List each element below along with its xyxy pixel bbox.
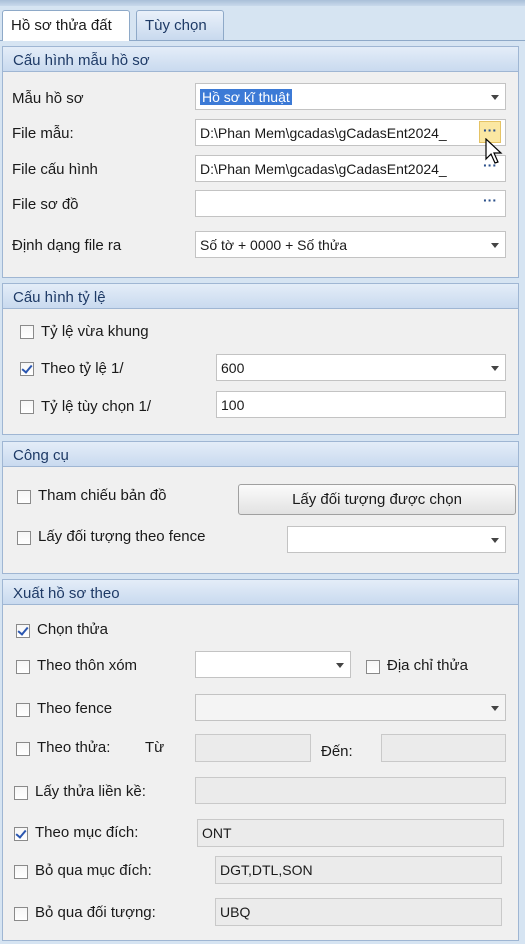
adjacent-parcel-label: Lấy thửa liền kề: [35, 783, 146, 800]
custom-scale-value: 100 [221, 397, 245, 413]
by-scale-select[interactable]: 600 [216, 354, 506, 381]
skip-object-input[interactable]: UBQ [215, 898, 502, 926]
config-file-value: D:\Phan Mem\gcadas\gCadasEnt2024_ [200, 161, 447, 177]
template-select[interactable]: Hồ sơ kĩ thuật [195, 83, 506, 110]
chevron-down-icon [491, 538, 499, 543]
get-selected-objects-button[interactable]: Lấy đối tượng được chọn [238, 484, 516, 515]
diagram-file-label: File sơ đồ [12, 196, 79, 213]
from-parcel-input[interactable] [195, 734, 311, 762]
window-title-strip [0, 0, 525, 6]
skip-purpose-checkbox[interactable] [14, 865, 28, 879]
by-parcel-label: Theo thửa: [37, 739, 111, 756]
template-file-input[interactable]: D:\Phan Mem\gcadas\gCadasEnt2024_ ··· [195, 119, 506, 146]
scale-config-header: Cấu hình tỷ lệ [3, 284, 518, 309]
chevron-down-icon [491, 243, 499, 248]
adjacent-parcel-checkbox[interactable] [14, 786, 28, 800]
hamlet-select[interactable] [195, 651, 351, 678]
get-by-fence-label: Lấy đối tượng theo fence [38, 528, 206, 545]
parcel-address-label: Địa chỉ thửa [387, 657, 468, 674]
chevron-down-icon [336, 663, 344, 668]
purpose-input[interactable]: ONT [197, 819, 504, 847]
tab-options[interactable]: Tùy chọn [136, 10, 224, 40]
by-purpose-label: Theo mục đích: [35, 824, 139, 841]
skip-purpose-input[interactable]: DGT,DTL,SON [215, 856, 502, 884]
by-fence-label: Theo fence [37, 700, 113, 717]
parcel-address-checkbox[interactable] [366, 660, 380, 674]
template-config-header: Cấu hình mẫu hồ sơ [3, 47, 518, 72]
template-label: Mẫu hồ sơ [12, 90, 84, 107]
adjacent-parcel-input[interactable] [195, 777, 506, 804]
to-parcel-input[interactable] [381, 734, 506, 762]
skip-object-checkbox[interactable] [14, 907, 28, 921]
by-fence-checkbox[interactable] [16, 703, 30, 717]
scale-config-group: Cấu hình tỷ lệ Tỷ lệ vừa khung Theo tỷ l… [2, 283, 519, 435]
reference-map-label: Tham chiếu bản đồ [38, 487, 167, 504]
custom-scale-label: Tỷ lệ tùy chọn 1/ [41, 398, 152, 415]
skip-object-label: Bỏ qua đối tượng: [35, 904, 156, 921]
template-file-label: File mẫu: [12, 125, 74, 142]
select-parcel-checkbox[interactable] [16, 624, 30, 638]
chevron-down-icon [491, 706, 499, 711]
by-scale-value: 600 [221, 360, 245, 376]
browse-diagram-file-button[interactable]: ··· [479, 192, 501, 214]
to-label: Đến: [321, 743, 353, 760]
config-file-label: File cấu hình [12, 161, 98, 178]
reference-map-checkbox[interactable] [17, 490, 31, 504]
chevron-down-icon [491, 366, 499, 371]
export-header: Xuất hồ sơ theo [3, 580, 518, 605]
template-config-group: Cấu hình mẫu hồ sơ Mẫu hồ sơ Hồ sơ kĩ th… [2, 46, 519, 278]
output-format-label: Định dạng file ra [12, 237, 122, 254]
mouse-pointer-icon [485, 138, 503, 164]
by-hamlet-label: Theo thôn xóm [37, 657, 138, 674]
tab-parcel-records[interactable]: Hồ sơ thửa đất [2, 10, 130, 41]
export-fence-select[interactable] [195, 694, 506, 721]
purpose-value: ONT [202, 825, 232, 841]
by-hamlet-checkbox[interactable] [16, 660, 30, 674]
fit-frame-checkbox[interactable] [20, 325, 34, 339]
output-format-value: Số tờ + 0000 + Số thửa [200, 237, 347, 253]
fence-select[interactable] [287, 526, 506, 553]
skip-object-value: UBQ [220, 904, 251, 920]
template-select-value: Hồ sơ kĩ thuật [200, 89, 292, 105]
select-parcel-label: Chọn thửa [37, 621, 108, 638]
tools-group: Công cụ Tham chiếu bản đồ Lấy đối tượng … [2, 441, 519, 574]
custom-scale-input[interactable]: 100 [216, 391, 506, 418]
by-scale-checkbox[interactable] [20, 362, 34, 376]
by-parcel-checkbox[interactable] [16, 742, 30, 756]
chevron-down-icon [491, 95, 499, 100]
custom-scale-checkbox[interactable] [20, 400, 34, 414]
fit-frame-label: Tỷ lệ vừa khung [41, 323, 149, 340]
output-format-select[interactable]: Số tờ + 0000 + Số thửa [195, 231, 506, 258]
export-group: Xuất hồ sơ theo Chọn thửa Theo thôn xóm … [2, 579, 519, 941]
skip-purpose-label: Bỏ qua mục đích: [35, 862, 152, 879]
diagram-file-input[interactable]: ··· [195, 190, 506, 217]
from-label: Từ [145, 739, 165, 756]
get-by-fence-checkbox[interactable] [17, 531, 31, 545]
by-scale-label: Theo tỷ lệ 1/ [41, 360, 124, 377]
template-file-value: D:\Phan Mem\gcadas\gCadasEnt2024_ [200, 125, 447, 141]
by-purpose-checkbox[interactable] [14, 827, 28, 841]
tools-header: Công cụ [3, 442, 518, 467]
skip-purpose-value: DGT,DTL,SON [220, 862, 313, 878]
config-file-input[interactable]: D:\Phan Mem\gcadas\gCadasEnt2024_ ··· [195, 155, 506, 182]
